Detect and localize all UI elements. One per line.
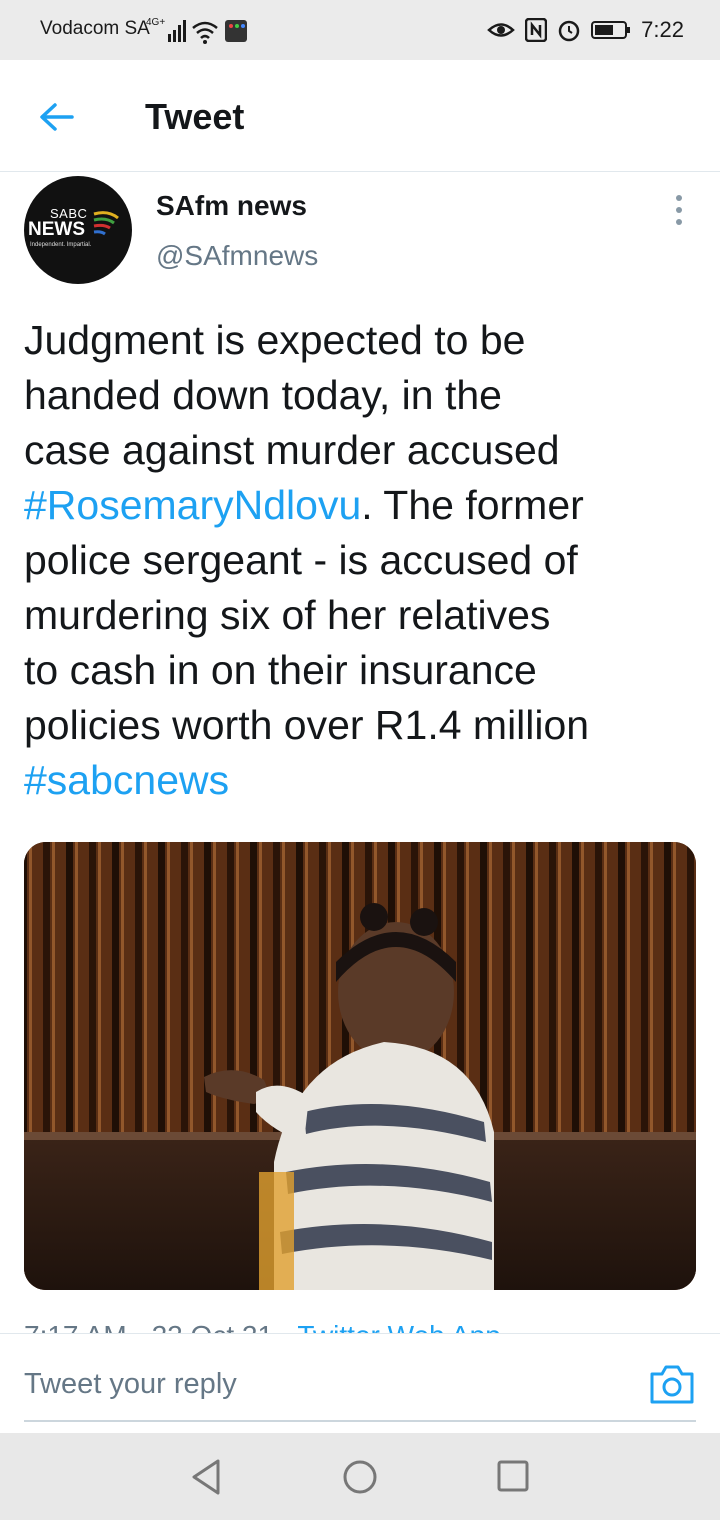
tweet-text-segment: policies worth over R1.4 million: [24, 702, 590, 748]
more-options-button[interactable]: [664, 190, 694, 230]
tweet-text-segment: Judgment is expected to be: [24, 317, 526, 363]
reply-bar: Tweet your reply: [0, 1333, 720, 1433]
tweet-text-line: case against murder accused: [24, 423, 696, 478]
reply-input[interactable]: Tweet your reply: [24, 1368, 237, 1401]
tweet-text-segment: case against murder accused: [24, 427, 560, 473]
nav-recents-icon[interactable]: [496, 1459, 530, 1493]
carrier-name: Vodacom SA: [40, 18, 150, 39]
arrow-left-icon: [40, 103, 74, 131]
tweet-text-segment: police sergeant - is accused of: [24, 537, 578, 583]
broadcast-wave-icon: [93, 211, 119, 236]
tweet-text-line: to cash in on their insurance: [24, 643, 696, 698]
camera-button[interactable]: [648, 1362, 696, 1406]
nav-back-icon[interactable]: [188, 1457, 224, 1497]
tweet-text-line: Judgment is expected to be: [24, 313, 696, 368]
tweet-text-segment: . The former: [361, 482, 584, 528]
tweet-text-line: police sergeant - is accused of: [24, 533, 696, 588]
status-bar: Vodacom SA 4G+ 7:22: [0, 0, 720, 60]
network-type: 4G+: [146, 17, 165, 28]
tweet-text-segment: murdering six of her relatives: [24, 592, 551, 638]
hashtag-link[interactable]: #sabcnews: [24, 757, 229, 803]
battery-icon: [591, 21, 631, 39]
avatar-tagline: Independent. Impartial.: [30, 242, 92, 248]
signal-icon: 4G+: [146, 17, 186, 42]
status-icons-right: 7:22: [487, 14, 684, 46]
tweet-text-line: policies worth over R1.4 million: [24, 698, 696, 753]
more-vertical-icon: [676, 195, 682, 201]
wifi-icon: [192, 21, 218, 44]
tweet-image[interactable]: [24, 842, 696, 1290]
nav-home-icon[interactable]: [342, 1457, 378, 1497]
courtroom-photo: [24, 842, 696, 1290]
page-title: Tweet: [145, 96, 245, 137]
alarm-icon: [558, 20, 580, 42]
nfc-icon: [525, 18, 548, 42]
tweet-text: Judgment is expected to be handed down to…: [24, 313, 696, 808]
reply-underline: [24, 1420, 696, 1422]
tweet-text-segment: handed down today, in the: [24, 372, 502, 418]
back-button[interactable]: [36, 98, 76, 138]
avatar[interactable]: SABC NEWS Independent. Impartial.: [24, 176, 132, 284]
hashtag-link[interactable]: #RosemaryNdlovu: [24, 482, 361, 528]
app-header: Tweet: [0, 60, 720, 172]
clock: 7:22: [641, 17, 684, 42]
status-icons-left: 4G+: [146, 14, 248, 44]
tweet-text-line: #sabcnews: [24, 753, 696, 808]
author-name[interactable]: SAfm news: [156, 190, 307, 222]
tweet-text-segment: to cash in on their insurance: [24, 647, 537, 693]
avatar-brand-main: NEWS: [28, 219, 85, 240]
app-notification-icon: [225, 20, 247, 42]
author-handle[interactable]: @SAfmnews: [156, 240, 318, 272]
tweet-text-line: handed down today, in the: [24, 368, 696, 423]
system-nav-bar: [0, 1433, 720, 1520]
eye-icon: [487, 23, 516, 37]
tweet-text-line: #RosemaryNdlovu. The former: [24, 478, 696, 533]
camera-icon: [650, 1365, 694, 1404]
tweet-text-line: murdering six of her relatives: [24, 588, 696, 643]
